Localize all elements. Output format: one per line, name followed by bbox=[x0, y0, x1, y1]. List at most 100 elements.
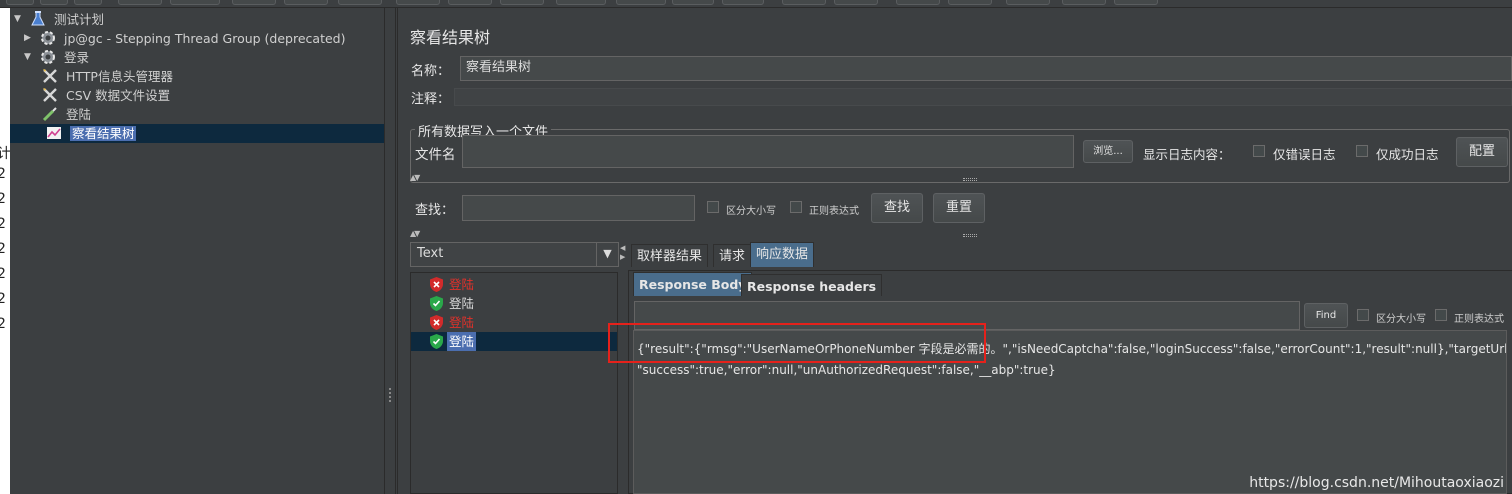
errors-only-checkbox[interactable] bbox=[1253, 145, 1265, 157]
tools-icon bbox=[41, 67, 59, 85]
tree-item-label: HTTP信息头管理器 bbox=[65, 69, 173, 84]
errors-only-label: 仅错误日志 bbox=[1273, 147, 1336, 162]
tree-item-header-manager[interactable]: HTTP信息头管理器 bbox=[41, 67, 173, 86]
toolbar-button[interactable] bbox=[396, 0, 440, 5]
tree-item-label: 登录 bbox=[63, 50, 89, 65]
edge-text: 2 bbox=[0, 266, 6, 282]
comment-label: 注释： bbox=[411, 92, 451, 107]
test-plan-tree: ▼ 测试计划 ▶ jp@gc - Stepping Thread Group (… bbox=[10, 8, 384, 494]
regex-label: 正则表达式 bbox=[809, 206, 859, 217]
chevron-down-icon[interactable]: ▼ bbox=[596, 243, 618, 266]
success-shield-icon bbox=[430, 334, 443, 349]
filename-input[interactable] bbox=[462, 135, 1074, 168]
chart-icon bbox=[45, 124, 63, 142]
configure-button[interactable]: 配置 bbox=[1456, 137, 1508, 167]
list-item[interactable]: 登陆 bbox=[411, 275, 617, 294]
tab-sampler-result[interactable]: 取样器结果 bbox=[631, 244, 709, 267]
search-input[interactable] bbox=[462, 195, 695, 221]
response-line-2: "success":true,"error":null,"unAuthorize… bbox=[637, 363, 1056, 377]
case-sensitive-label: 区分大小写 bbox=[726, 206, 776, 217]
tab-response-headers[interactable]: Response headers bbox=[741, 274, 883, 296]
flask-icon bbox=[29, 10, 47, 28]
expand-arrows-icon[interactable]: ◀ ▶ bbox=[620, 244, 625, 262]
toolbar-button[interactable] bbox=[500, 0, 544, 5]
list-item[interactable]: 登陆 bbox=[411, 313, 617, 332]
splitter-grip-icon[interactable] bbox=[963, 178, 977, 181]
name-label: 名称： bbox=[411, 64, 451, 79]
tree-item-csv-config[interactable]: CSV 数据文件设置 bbox=[41, 86, 170, 105]
tools-icon bbox=[41, 86, 59, 104]
response-regex-label: 正则表达式 bbox=[1454, 314, 1504, 325]
gear-icon bbox=[39, 29, 57, 47]
edge-text: 2 bbox=[0, 291, 6, 307]
toolbar-button[interactable] bbox=[896, 0, 940, 5]
find-button[interactable]: 查找 bbox=[871, 193, 923, 223]
toolbar-button[interactable] bbox=[722, 0, 764, 5]
toolbar-button[interactable] bbox=[40, 0, 68, 5]
expand-triangle-icon[interactable]: ▼ bbox=[14, 10, 25, 29]
toolbar-button[interactable] bbox=[782, 0, 826, 5]
success-only-label: 仅成功日志 bbox=[1376, 147, 1439, 162]
toolbar-button[interactable] bbox=[1114, 0, 1158, 5]
response-regex-checkbox[interactable] bbox=[1435, 309, 1447, 321]
splitter-grip-icon[interactable] bbox=[963, 234, 977, 237]
toolbar-button[interactable] bbox=[74, 0, 102, 5]
renderer-select[interactable]: Text ▼ bbox=[410, 242, 619, 267]
toolbar-button[interactable] bbox=[170, 0, 220, 5]
list-item[interactable]: 登陆 bbox=[411, 332, 617, 351]
fail-shield-icon bbox=[430, 315, 443, 330]
toolbar-button[interactable] bbox=[1006, 0, 1050, 5]
toolbar-button[interactable] bbox=[6, 0, 34, 5]
edge-text: 2 bbox=[0, 166, 6, 182]
toolbar-button[interactable] bbox=[338, 0, 382, 5]
edge-text: 2 bbox=[0, 316, 6, 332]
toolbar-button[interactable] bbox=[834, 0, 878, 5]
collapse-arrows-icon[interactable]: ▲▼ bbox=[410, 173, 420, 182]
toolbar-button[interactable] bbox=[284, 0, 328, 5]
tab-request[interactable]: 请求 bbox=[713, 244, 752, 267]
tree-item-view-results-tree[interactable]: 察看结果树 bbox=[10, 124, 384, 143]
tree-item-label: jp@gc - Stepping Thread Group (deprecate… bbox=[63, 31, 346, 46]
tree-item-label: 察看结果树 bbox=[69, 126, 137, 141]
toolbar-button[interactable] bbox=[948, 0, 992, 5]
toolbar-button[interactable] bbox=[556, 0, 606, 5]
toolbar-button[interactable] bbox=[672, 0, 714, 5]
search-label: 查找： bbox=[415, 203, 455, 218]
regex-checkbox[interactable] bbox=[790, 201, 802, 213]
collapsed-triangle-icon[interactable]: ▶ bbox=[24, 29, 35, 48]
tree-item-test-plan[interactable]: ▼ 测试计划 bbox=[14, 10, 104, 29]
annotation-highlight-box bbox=[608, 323, 986, 363]
tree-item-login-group[interactable]: ▼ 登录 bbox=[24, 48, 89, 67]
toolbar-button[interactable] bbox=[1062, 0, 1106, 5]
response-find-button[interactable]: Find bbox=[1304, 303, 1348, 328]
toolbar-button[interactable] bbox=[448, 0, 492, 5]
pane-splitter[interactable] bbox=[384, 8, 396, 494]
toolbar-button[interactable] bbox=[118, 0, 162, 5]
tree-item-label: 测试计划 bbox=[53, 12, 104, 27]
filename-label: 文件名 bbox=[415, 147, 456, 163]
collapse-arrows-icon[interactable]: ▲▼ bbox=[410, 229, 420, 238]
case-sensitive-checkbox[interactable] bbox=[707, 201, 719, 213]
tab-response-data[interactable]: 响应数据 bbox=[750, 242, 815, 267]
browse-button[interactable]: 浏览... bbox=[1083, 140, 1133, 163]
toolbar-button[interactable] bbox=[232, 0, 276, 5]
tree-item-thread-group[interactable]: ▶ jp@gc - Stepping Thread Group (depreca… bbox=[24, 29, 345, 48]
fail-shield-icon bbox=[430, 277, 443, 292]
toolbar bbox=[0, 0, 1512, 8]
tree-item-label: 登陆 bbox=[65, 107, 91, 122]
list-item[interactable]: 登陆 bbox=[411, 294, 617, 313]
comment-field[interactable] bbox=[454, 88, 1512, 106]
toolbar-button[interactable] bbox=[616, 0, 666, 5]
log-content-label: 显示日志内容： bbox=[1143, 147, 1231, 162]
expand-triangle-icon[interactable]: ▼ bbox=[24, 48, 35, 67]
reset-button[interactable]: 重置 bbox=[933, 193, 985, 223]
tab-response-body[interactable]: Response Body bbox=[633, 272, 753, 296]
response-case-checkbox[interactable] bbox=[1357, 309, 1369, 321]
left-window-edge: 计 2 2 2 2 2 2 2 bbox=[0, 8, 11, 494]
success-only-checkbox[interactable] bbox=[1356, 145, 1368, 157]
gear-icon bbox=[39, 48, 57, 66]
name-field[interactable]: 察看结果树 bbox=[460, 56, 1512, 81]
tree-item-login-sampler[interactable]: 登陆 bbox=[41, 105, 91, 124]
watermark-text: https://blog.csdn.net/Mihoutaoxiaozi bbox=[1249, 475, 1504, 491]
result-label: 登陆 bbox=[447, 332, 477, 351]
